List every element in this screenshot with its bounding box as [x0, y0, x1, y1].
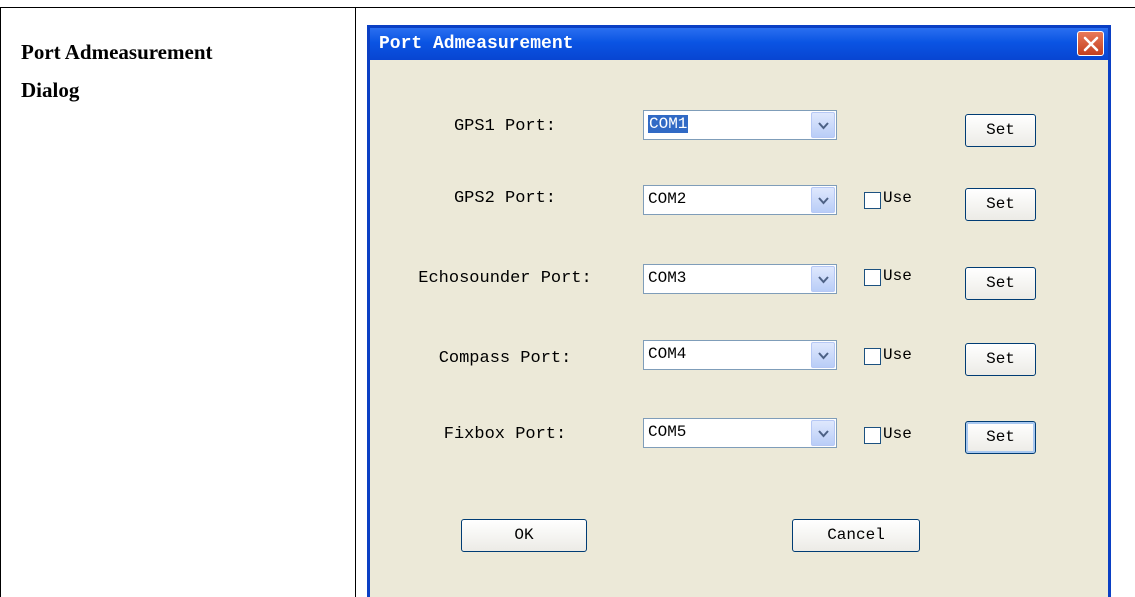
fixbox-use-label[interactable]: Use — [883, 425, 912, 443]
gps2-set-button[interactable]: Set — [965, 188, 1036, 221]
gps1-port-label: GPS1 Port: — [453, 117, 557, 136]
echosounder-dropdown-button[interactable] — [811, 266, 835, 292]
fixbox-port-label: Fixbox Port: — [443, 425, 567, 444]
chevron-down-icon — [818, 197, 829, 205]
gps2-use-checkbox[interactable] — [864, 192, 881, 209]
table-top-border — [0, 7, 1135, 8]
label-line-1: Port Admeasurement — [21, 40, 213, 64]
chevron-down-icon — [818, 430, 829, 438]
gps1-port-select[interactable]: COM1 — [643, 110, 837, 140]
gps2-dropdown-button[interactable] — [811, 187, 835, 213]
fixbox-port-select[interactable]: COM5 — [643, 418, 837, 448]
compass-use-label[interactable]: Use — [883, 346, 912, 364]
echosounder-set-button[interactable]: Set — [965, 267, 1036, 300]
fixbox-set-button[interactable]: Set — [965, 421, 1036, 454]
gps2-use-label[interactable]: Use — [883, 189, 912, 207]
fixbox-use-checkbox[interactable] — [864, 427, 881, 444]
compass-port-select[interactable]: COM4 — [643, 340, 837, 370]
compass-use-checkbox[interactable] — [864, 348, 881, 365]
gps1-dropdown-button[interactable] — [811, 112, 835, 138]
echosounder-port-value: COM3 — [648, 269, 687, 287]
gps2-port-label: GPS2 Port: — [453, 189, 557, 208]
chevron-down-icon — [818, 352, 829, 360]
echosounder-use-label[interactable]: Use — [883, 267, 912, 285]
close-icon — [1083, 36, 1099, 52]
cancel-button[interactable]: Cancel — [792, 519, 920, 552]
table-left-border — [0, 7, 1, 597]
compass-dropdown-button[interactable] — [811, 342, 835, 368]
title-bar[interactable]: Port Admeasurement — [370, 28, 1108, 60]
echosounder-port-select[interactable]: COM3 — [643, 264, 837, 294]
dialog-description-label: Port Admeasurement Dialog — [21, 33, 341, 109]
gps2-port-select[interactable]: COM2 — [643, 185, 837, 215]
fixbox-dropdown-button[interactable] — [811, 420, 835, 446]
chevron-down-icon — [818, 122, 829, 130]
compass-port-value: COM4 — [648, 345, 687, 363]
gps2-port-value: COM2 — [648, 190, 687, 208]
echosounder-use-checkbox[interactable] — [864, 269, 881, 286]
port-admeasurement-dialog: Port Admeasurement GPS1 Port: COM1 Set G… — [367, 25, 1111, 597]
dialog-title: Port Admeasurement — [379, 34, 574, 54]
echosounder-port-label: Echosounder Port: — [418, 269, 592, 288]
gps1-port-value: COM1 — [648, 115, 689, 133]
compass-set-button[interactable]: Set — [965, 343, 1036, 376]
label-line-2: Dialog — [21, 78, 80, 102]
chevron-down-icon — [818, 276, 829, 284]
close-button[interactable] — [1077, 31, 1104, 56]
fixbox-port-value: COM5 — [648, 423, 687, 441]
table-column-divider — [355, 7, 356, 597]
compass-port-label: Compass Port: — [438, 349, 572, 368]
ok-button[interactable]: OK — [461, 519, 587, 552]
gps1-set-button[interactable]: Set — [965, 114, 1036, 147]
